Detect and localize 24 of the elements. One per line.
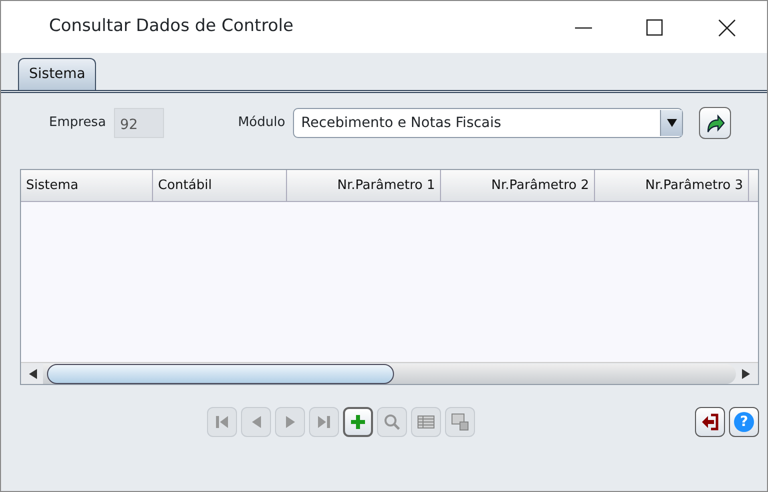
go-button[interactable] <box>699 107 731 139</box>
first-record-icon <box>213 413 231 431</box>
empresa-label: Empresa <box>49 114 106 132</box>
scrollbar-thumb[interactable] <box>47 364 394 384</box>
column-header[interactable]: Nr.Parâmetro 1 <box>287 170 441 201</box>
tab[interactable]: Sistema <box>18 58 96 90</box>
column-header[interactable]: Sistema <box>21 170 153 201</box>
plus-icon <box>349 413 367 431</box>
column-header[interactable]: Nr.Parâmetro 3 <box>595 170 749 201</box>
caret-icon <box>666 119 676 127</box>
window-stack-icon <box>451 413 469 431</box>
exit-button[interactable] <box>695 407 725 437</box>
exit-icon <box>700 412 720 432</box>
window-title: Consultar Dados de Controle <box>49 15 294 38</box>
column-header[interactable]: Nr.Parâmetro 2 <box>441 170 595 201</box>
last-record-icon <box>315 413 333 431</box>
empresa-field: 92 <box>114 108 164 138</box>
search-icon <box>383 413 401 431</box>
table-icon <box>417 413 435 431</box>
add-button[interactable] <box>343 407 373 437</box>
modulo-label: Módulo <box>238 114 286 132</box>
modulo-dropdown[interactable]: Recebimento e Notas Fiscais <box>293 108 683 138</box>
column-header[interactable]: Contábil <box>153 170 287 201</box>
help-icon: ? <box>734 412 754 432</box>
